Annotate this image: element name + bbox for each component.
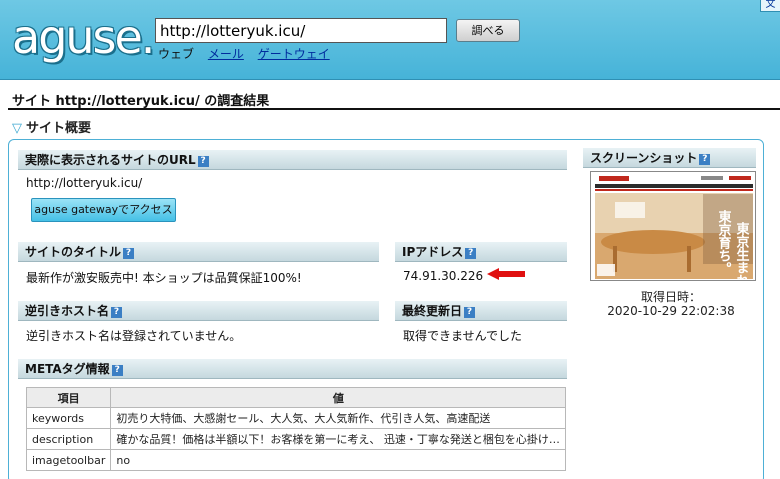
collapse-triangle-icon[interactable]: ▽ [12, 121, 22, 136]
search-button[interactable]: 調べる [456, 19, 520, 42]
svg-text:東京育ち。: 東京育ち。 [716, 209, 732, 275]
last-updated-value: 取得できませんでした [403, 329, 523, 343]
meta-value: 初売り大特価、大感謝セール、大人気、大人気新作、代引き人気、高速配送 [110, 407, 567, 429]
screenshot-label: スクリーンショット [590, 151, 698, 165]
site-screenshot-thumbnail[interactable]: 東京生まれ、 東京育ち。 [590, 171, 756, 281]
column-header-item: 項目 [25, 387, 112, 408]
column-header-value: 値 [110, 387, 567, 408]
actual-url-label: 実際に表示されるサイトのURL [25, 153, 196, 167]
screenshot-image: 東京生まれ、 東京育ち。 [591, 172, 755, 281]
actual-url-header: 実際に表示されるサイトのURL? [18, 150, 567, 170]
aguse-logo[interactable]: aguse. [12, 10, 155, 64]
corner-link[interactable]: 文 [760, 0, 780, 12]
reverse-host-value: 逆引きホスト名は登録されていません。 [26, 329, 242, 343]
screenshot-caption: 取得日時： 2020-10-29 22:02:38 [583, 290, 759, 318]
reverse-host-header: 逆引きホスト名? [18, 301, 379, 321]
ip-address-header: IPアドレス? [395, 242, 567, 262]
gateway-access-button[interactable]: aguse gatewayでアクセス [31, 198, 176, 222]
table-row: description 確かな品質！価格は半額以下！お客様を第一に考え、 迅速・… [25, 428, 567, 450]
help-icon[interactable]: ? [464, 307, 476, 318]
reverse-host-label: 逆引きホスト名 [25, 304, 110, 318]
top-header: aguse. 調べる ウェブ メール ゲートウェイ 文 [0, 0, 780, 80]
meta-value: no [110, 449, 567, 471]
page-title: サイト http://lotteryuk.icu/ の調査結果 [12, 94, 270, 109]
meta-value: 確かな品質！価格は半額以下！お客様を第一に考え、 迅速・丁寧な発送と梱包を心掛け… [110, 428, 567, 450]
red-arrow-icon [487, 268, 525, 280]
meta-tags-label: METAタグ情報 [25, 362, 110, 376]
section-title: サイト概要 [26, 121, 92, 136]
tab-web[interactable]: ウェブ [158, 47, 194, 61]
table-row: keywords 初売り大特価、大感謝セール、大人気、大人気新作、代引き人気、高… [25, 407, 567, 429]
ip-address-label: IPアドレス [402, 245, 464, 259]
meta-key: description [25, 428, 112, 450]
help-icon[interactable]: ? [465, 248, 477, 259]
help-icon[interactable]: ? [197, 156, 209, 167]
help-icon[interactable]: ? [111, 365, 123, 376]
meta-key: imagetoolbar [25, 449, 112, 471]
table-header-row: 項目 値 [25, 387, 567, 408]
capture-time-value: 2020-10-29 22:02:38 [607, 304, 735, 318]
section-heading[interactable]: ▽ サイト概要 [12, 117, 91, 136]
meta-tags-table: 項目 値 keywords 初売り大特価、大感謝セール、大人気、大人気新作、代引… [25, 387, 567, 471]
last-updated-header: 最終更新日? [395, 301, 567, 321]
logo-text: aguse. [12, 10, 155, 64]
screenshot-header: スクリーンショット? [583, 148, 756, 168]
tab-gateway[interactable]: ゲートウェイ [258, 47, 330, 61]
url-input[interactable] [155, 18, 447, 43]
ip-address-value[interactable]: 74.91.30.226 [403, 269, 483, 283]
capture-time-label: 取得日時： [640, 290, 701, 304]
site-title-label: サイトのタイトル [25, 245, 122, 259]
site-title-header: サイトのタイトル? [18, 242, 379, 262]
help-icon[interactable]: ? [699, 154, 711, 165]
site-title-value: 最新作が激安販売中! 本ショップは品質保証100%! [26, 271, 302, 285]
actual-url-value: http://lotteryuk.icu/ [26, 176, 143, 190]
meta-key: keywords [25, 407, 112, 429]
last-updated-label: 最終更新日 [402, 304, 463, 318]
help-icon[interactable]: ? [111, 307, 123, 318]
tab-mail[interactable]: メール [208, 47, 244, 61]
table-row: imagetoolbar no [25, 449, 567, 471]
meta-tags-header: METAタグ情報? [18, 359, 567, 379]
title-divider [8, 108, 780, 110]
search-mode-tabs: ウェブ メール ゲートウェイ [158, 45, 340, 62]
svg-text:東京生まれ、: 東京生まれ、 [734, 221, 750, 281]
help-icon[interactable]: ? [123, 248, 135, 259]
